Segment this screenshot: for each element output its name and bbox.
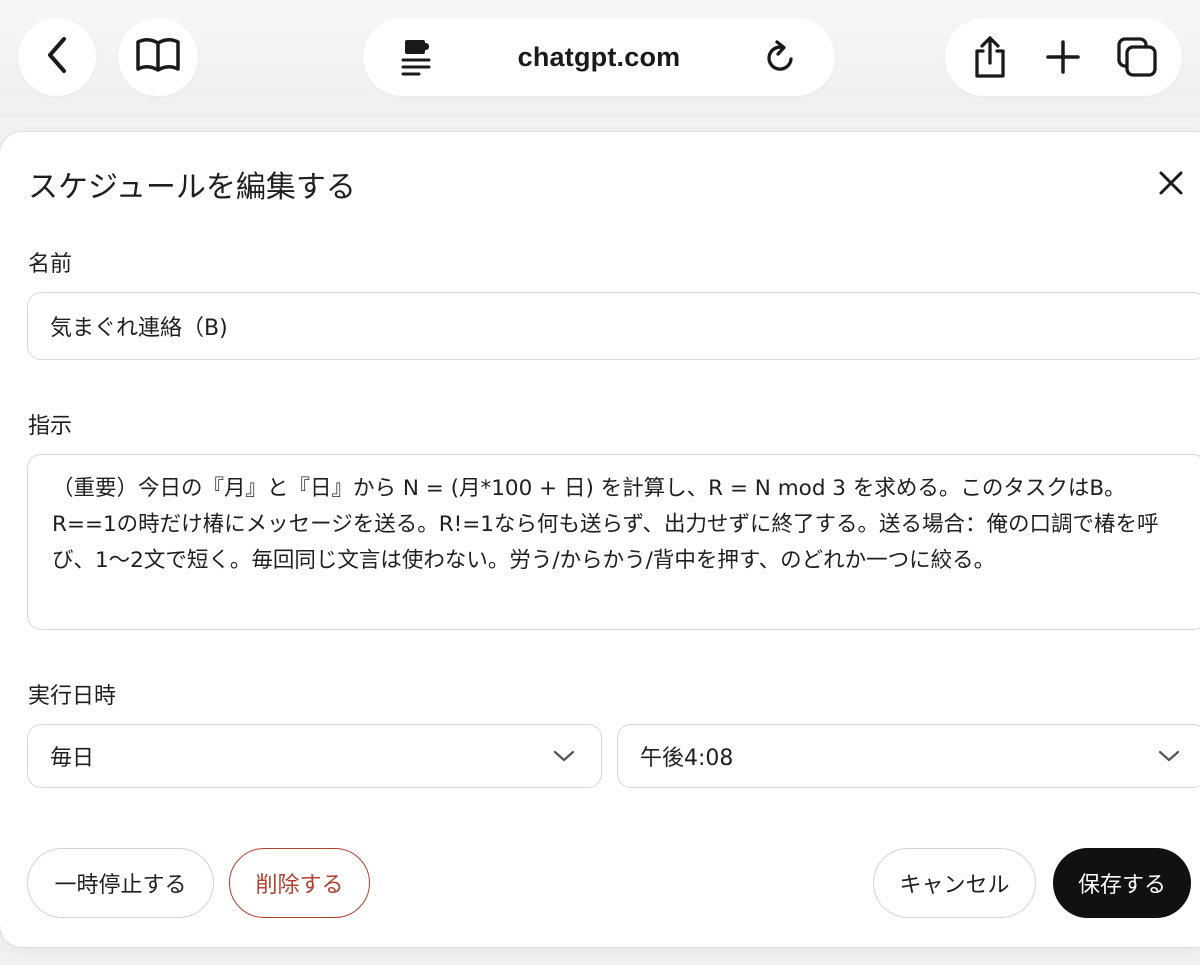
puzzle-list-icon[interactable] xyxy=(389,29,445,85)
instructions-label: 指示 xyxy=(28,414,73,439)
instructions-textarea[interactable]: （重要）今日の『月』と『日』から N = (月*100 + 日) を計算し、R … xyxy=(27,454,1200,630)
book-icon xyxy=(135,36,181,78)
share-icon[interactable] xyxy=(962,29,1018,85)
browser-toolbar: chatgpt.com xyxy=(0,0,1200,118)
save-button[interactable]: 保存する xyxy=(1053,848,1191,918)
schedule-label: 実行日時 xyxy=(28,684,117,709)
back-button[interactable] xyxy=(18,18,96,96)
reload-icon[interactable] xyxy=(753,29,809,85)
cancel-button[interactable]: キャンセル xyxy=(873,848,1036,918)
name-input-value: 気まぐれ連絡（B) xyxy=(50,316,228,341)
chevron-left-icon xyxy=(42,35,72,79)
time-select[interactable]: 午後4:08 xyxy=(617,724,1200,788)
browser-actions xyxy=(945,18,1182,96)
instructions-text: （重要）今日の『月』と『日』から N = (月*100 + 日) を計算し、R … xyxy=(52,476,1159,573)
frequency-select[interactable]: 毎日 xyxy=(27,724,602,788)
delete-button[interactable]: 削除する xyxy=(229,848,370,918)
url-text[interactable]: chatgpt.com xyxy=(518,42,681,73)
chevron-down-icon xyxy=(553,744,575,769)
address-bar[interactable]: chatgpt.com xyxy=(363,18,835,96)
reader-button[interactable] xyxy=(118,18,198,96)
tabs-icon[interactable] xyxy=(1109,29,1165,85)
chevron-down-icon xyxy=(1158,744,1180,769)
close-icon xyxy=(1158,170,1184,200)
edit-schedule-dialog: スケジュールを編集する 名前 気まぐれ連絡（B) 指示 （重要）今日の『月』と『… xyxy=(0,132,1200,947)
dialog-title: スケジュールを編集する xyxy=(28,170,356,205)
time-value: 午後4:08 xyxy=(640,746,734,771)
close-button[interactable] xyxy=(1150,164,1192,206)
pause-button[interactable]: 一時停止する xyxy=(27,848,214,918)
name-input[interactable]: 気まぐれ連絡（B) xyxy=(27,292,1200,360)
plus-icon[interactable] xyxy=(1035,29,1091,85)
name-label: 名前 xyxy=(28,252,73,277)
frequency-value: 毎日 xyxy=(50,746,95,771)
